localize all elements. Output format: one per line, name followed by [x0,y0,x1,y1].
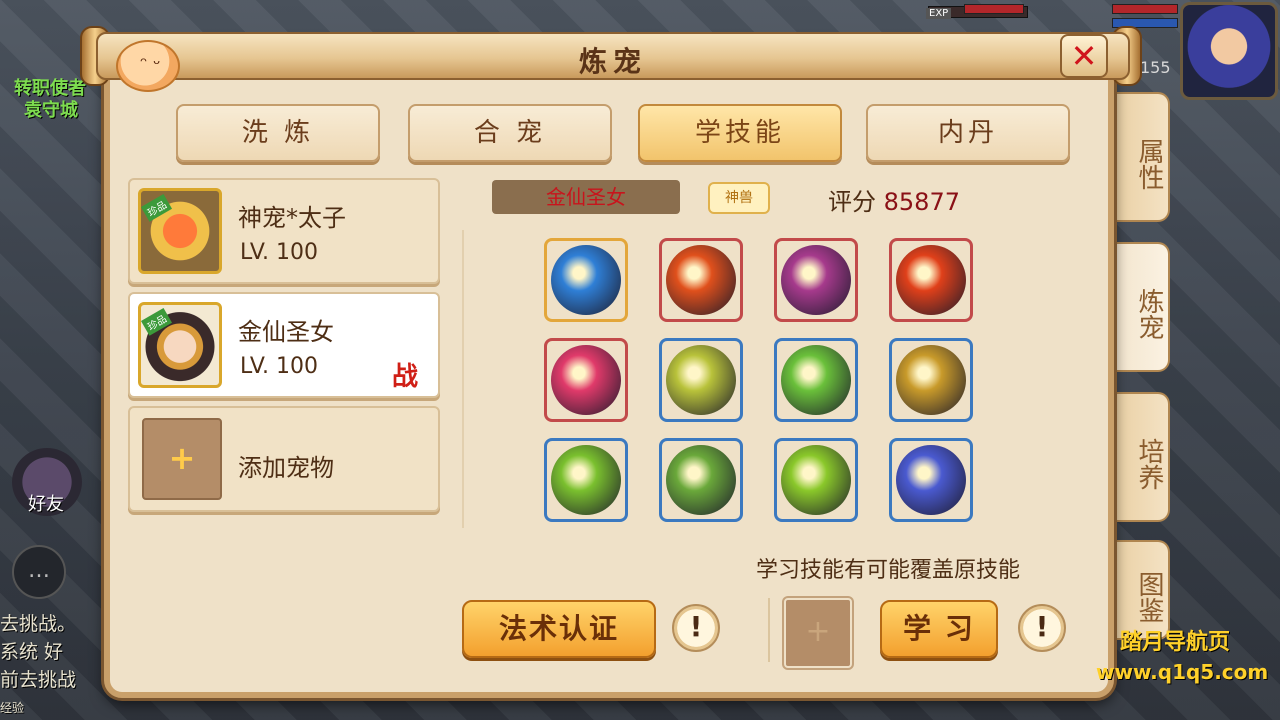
close-button[interactable]: ✕ [1060,34,1108,78]
spell-help-icon[interactable]: ! [672,604,720,652]
chat-line: 系统 好 [0,641,64,663]
tab-learn-skill[interactable]: 学技能 [638,104,842,162]
player-level: 155 [1140,58,1171,77]
tab-wash[interactable]: 洗 炼 [176,104,380,162]
monkey-warrior-icon[interactable] [659,438,743,522]
mascot-face-icon: ᵔ ᵕ [140,54,161,75]
tab-merge[interactable]: 合 宠 [408,104,612,162]
watermark-url: www.q1q5.com [1096,660,1269,684]
learn-help-icon[interactable]: ! [1018,604,1066,652]
skill-orb [551,245,621,315]
player-portrait[interactable] [1180,2,1278,100]
side-tab-attributes[interactable]: 属性 [1110,92,1170,222]
chat-log: 去挑战。 系统 好 前去挑战 经验 [0,610,110,720]
mascot-icon: ᵔ ᵕ [116,40,180,92]
panel-title: 炼宠 [578,45,647,78]
chat-icon[interactable]: … [12,545,66,599]
fire-spiral-icon[interactable] [889,238,973,322]
chat-line: 前去挑战 [0,669,77,691]
side-tab-label: 培养 [1134,438,1164,490]
maiden-pet-icon: 珍品 [138,302,222,388]
pet-level: LV. 100 [240,240,319,265]
side-tab-label: 图鉴 [1134,571,1164,623]
side-tab-label: 炼宠 [1134,288,1164,340]
side-tab-label: 属性 [1134,138,1164,190]
lightning-burst-icon[interactable] [659,238,743,322]
green-lightning-icon[interactable] [774,438,858,522]
skill-orb [781,245,851,315]
skill-orb [551,345,621,415]
side-tab-train[interactable]: 培养 [1110,392,1170,522]
chat-line: 去挑战。 [0,613,77,635]
score-value: 85877 [883,188,960,216]
add-pet-label: 添加宠物 [238,454,334,482]
exp-tag: EXP [926,8,952,19]
plus-icon: + [142,418,222,500]
divine-beast-badge: 神兽 [708,182,770,214]
player-hp-bar [1112,4,1178,14]
pet-card-prince[interactable]: 珍品 神宠*太子 LV. 100 [128,178,440,284]
pet-level: LV. 100 [240,354,319,379]
feather-wing-icon[interactable] [774,238,858,322]
npc-name: 袁守城 [24,100,78,121]
rare-tag: 珍品 [141,308,173,336]
golden-hammer-icon[interactable] [659,338,743,422]
skill-orb [551,445,621,515]
pet-card-golden-maiden[interactable]: 珍品 金仙圣女 LV. 100 战 [128,292,440,398]
skill-orb [781,445,851,515]
gem-pet-icon: 珍品 [138,188,222,274]
friend-label: 好友 [28,494,64,515]
skill-book-slot[interactable]: + [784,598,852,668]
skill-orb [896,345,966,415]
score: 评分 85877 [828,182,960,217]
green-blade-icon[interactable] [774,338,858,422]
pet-name: 神宠*太子 [238,204,346,232]
panel-titlebar: 炼宠 [96,32,1130,80]
tab-inner-core[interactable]: 内丹 [866,104,1070,162]
skill-orb [666,445,736,515]
score-label: 评分 [828,188,876,216]
add-pet-card[interactable]: + 添加宠物 [128,406,440,512]
battle-mark: 战 [392,362,419,392]
blue-wing-icon[interactable] [889,438,973,522]
skill-orb [896,245,966,315]
green-streak-icon[interactable] [544,438,628,522]
watermark-title: 踏月导航页 [1120,630,1231,655]
spell-certify-button[interactable]: 法术认证 [462,600,656,658]
skill-orb [666,245,736,315]
chat-line: 经验 [0,701,25,715]
rare-tag: 珍品 [141,194,173,222]
skill-orb [781,345,851,415]
skill-orb [666,345,736,415]
skill-orb [896,445,966,515]
pink-slash-icon[interactable] [544,338,628,422]
bull-head-icon[interactable] [889,338,973,422]
pet-name: 金仙圣女 [238,318,334,346]
learn-warning: 学习技能有可能覆盖原技能 [756,558,1021,583]
learn-button[interactable]: 学 习 [880,600,998,658]
selected-pet-name: 金仙圣女 [492,180,680,214]
hp-bar [964,4,1024,14]
eye-orb-icon[interactable] [544,238,628,322]
divider [768,598,770,662]
side-tab-refine[interactable]: 炼宠 [1110,242,1170,372]
